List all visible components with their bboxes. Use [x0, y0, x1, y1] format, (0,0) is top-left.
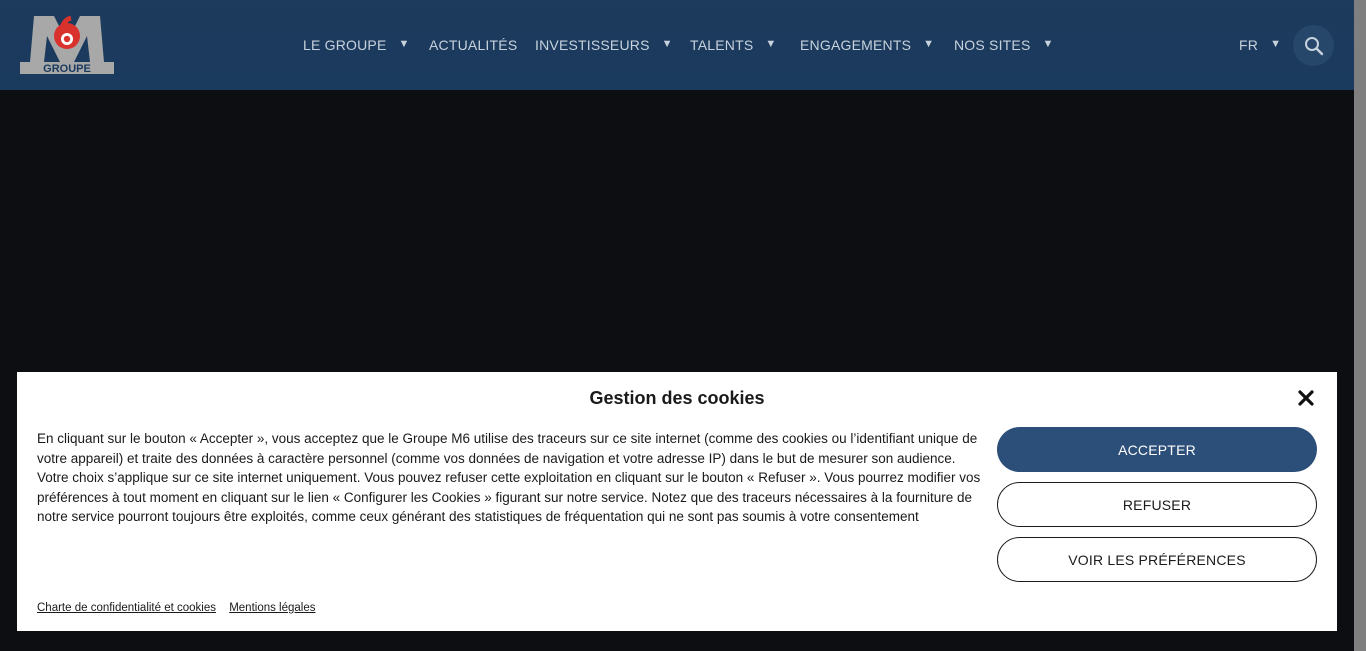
nav-item-label: ENGAGEMENTS	[800, 37, 912, 53]
privacy-policy-link[interactable]: Charte de confidentialité et cookies	[37, 602, 216, 614]
search-icon	[1304, 36, 1323, 55]
nav-item-label: ACTUALITÉS	[429, 37, 518, 53]
accept-button[interactable]: ACCEPTER	[997, 427, 1317, 472]
nav-item-talents[interactable]: TALENTS ▼	[690, 37, 776, 53]
nav-item-nos-sites[interactable]: NOS SITES ▼	[954, 37, 1054, 53]
site-header: GROUPE LE GROUPE ▼ ACTUALITÉS INVESTISSE…	[0, 0, 1354, 90]
m6-groupe-logo[interactable]: GROUPE	[20, 12, 114, 75]
m6-logo-icon: GROUPE	[20, 15, 114, 75]
nav-item-investisseurs[interactable]: INVESTISSEURS ▼	[535, 37, 673, 53]
nav-item-actualites[interactable]: ACTUALITÉS	[429, 37, 517, 53]
nav-item-label: LE GROUPE	[303, 37, 387, 53]
refuse-button[interactable]: REFUSER	[997, 482, 1317, 527]
caret-down-icon: ▼	[765, 38, 777, 50]
caret-down-icon: ▼	[1270, 38, 1282, 50]
cookie-consent-banner: Gestion des cookies En cliquant sur le b…	[17, 372, 1337, 631]
language-label: FR	[1239, 37, 1259, 53]
legal-notice-link[interactable]: Mentions légales	[229, 602, 315, 614]
search-button[interactable]	[1293, 25, 1334, 66]
view-preferences-button[interactable]: VOIR LES PRÉFÉRENCES	[997, 537, 1317, 582]
language-selector[interactable]: FR ▼	[1239, 37, 1281, 53]
cookie-banner-links: Charte de confidentialité et cookies Men…	[37, 602, 326, 614]
caret-down-icon: ▼	[398, 38, 410, 50]
nav-item-engagements[interactable]: ENGAGEMENTS ▼	[800, 37, 934, 53]
close-button[interactable]	[1296, 388, 1316, 408]
nav-item-label: NOS SITES	[954, 37, 1031, 53]
caret-down-icon: ▼	[923, 38, 935, 50]
page-scrollbar[interactable]	[1354, 0, 1366, 651]
close-icon	[1298, 390, 1314, 406]
cookie-banner-title: Gestion des cookies	[589, 388, 765, 408]
svg-text:GROUPE: GROUPE	[43, 63, 91, 74]
caret-down-icon: ▼	[661, 38, 673, 50]
nav-item-label: TALENTS	[690, 37, 754, 53]
cookie-banner-description: En cliquant sur le bouton « Accepter », …	[37, 431, 981, 524]
nav-item-label: INVESTISSEURS	[535, 37, 650, 53]
caret-down-icon: ▼	[1042, 38, 1054, 50]
nav-item-le-groupe[interactable]: LE GROUPE ▼	[303, 37, 410, 53]
